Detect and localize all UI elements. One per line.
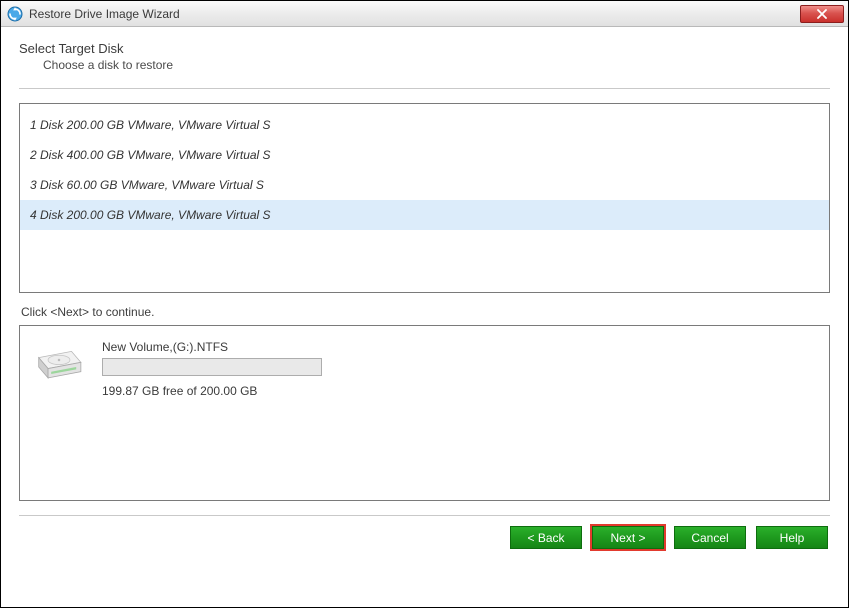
heading-block: Select Target Disk Choose a disk to rest…: [19, 41, 830, 72]
volume-panel: New Volume,(G:).NTFS 199.87 GB free of 2…: [19, 325, 830, 501]
disk-item[interactable]: 4 Disk 200.00 GB VMware, VMware Virtual …: [20, 200, 829, 230]
disk-item[interactable]: 1 Disk 200.00 GB VMware, VMware Virtual …: [20, 110, 829, 140]
volume-free-text: 199.87 GB free of 200.00 GB: [102, 384, 322, 398]
page-subtitle: Choose a disk to restore: [43, 58, 830, 72]
hdd-icon: [34, 346, 84, 388]
footer-divider: [19, 515, 830, 516]
disk-item[interactable]: 3 Disk 60.00 GB VMware, VMware Virtual S: [20, 170, 829, 200]
wizard-button-row: < Back Next > Cancel Help: [19, 526, 830, 555]
close-button[interactable]: [800, 5, 844, 23]
volume-name: New Volume,(G:).NTFS: [102, 340, 322, 354]
window-title: Restore Drive Image Wizard: [29, 7, 800, 21]
disk-item[interactable]: 2 Disk 400.00 GB VMware, VMware Virtual …: [20, 140, 829, 170]
continue-hint: Click <Next> to continue.: [21, 305, 830, 319]
cancel-button[interactable]: Cancel: [674, 526, 746, 549]
page-title: Select Target Disk: [19, 41, 830, 56]
heading-divider: [19, 88, 830, 89]
wizard-content: Select Target Disk Choose a disk to rest…: [1, 27, 848, 607]
target-disk-list[interactable]: 1 Disk 200.00 GB VMware, VMware Virtual …: [19, 103, 830, 293]
titlebar: Restore Drive Image Wizard: [1, 1, 848, 27]
next-button[interactable]: Next >: [592, 526, 664, 549]
close-icon: [817, 9, 827, 19]
volume-info: New Volume,(G:).NTFS 199.87 GB free of 2…: [102, 340, 322, 398]
back-button[interactable]: < Back: [510, 526, 582, 549]
app-icon: [7, 6, 23, 22]
volume-usage-bar: [102, 358, 322, 376]
help-button[interactable]: Help: [756, 526, 828, 549]
